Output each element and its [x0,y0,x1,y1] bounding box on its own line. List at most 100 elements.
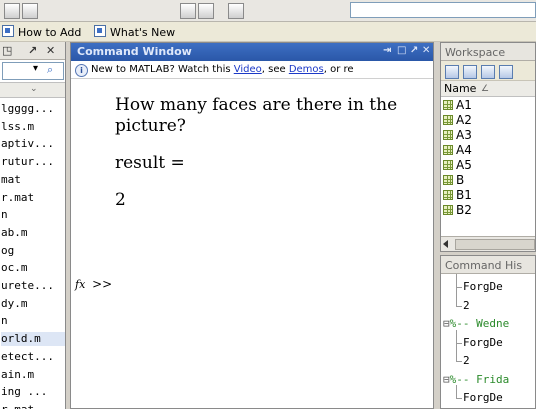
maximize-icon[interactable]: □ [397,45,406,56]
shortcut-whats-new[interactable]: What's New [94,25,175,39]
video-link[interactable]: Video [234,64,262,75]
file-list-item[interactable]: n [1,208,65,222]
file-list-item[interactable]: urete... [1,279,65,293]
getting-started-bar: i New to MATLAB? Watch this Video, see D… [71,61,433,79]
toolbar-button[interactable] [4,3,20,19]
file-list-item[interactable]: etect... [1,350,65,364]
close-icon[interactable]: ✕ [422,45,430,56]
new-variable-icon[interactable] [445,65,459,79]
file-list-item[interactable]: oc.m [1,261,65,275]
shortcut-how-to-add[interactable]: How to Add [2,25,81,39]
variable-row[interactable]: A1 [443,99,472,112]
save-icon[interactable] [499,65,513,79]
matrix-variable-icon [443,115,453,125]
command-output: How many faces are there in the picture?… [115,95,427,211]
demos-link[interactable]: Demos [289,64,324,75]
help-icon [94,25,106,37]
import-data-icon[interactable] [481,65,495,79]
matrix-variable-icon [443,205,453,215]
variable-name: A5 [456,158,472,172]
sort-arrow-icon: ⌄ [30,84,38,94]
matrix-variable-icon [443,175,453,185]
variable-row[interactable]: A3 [443,129,472,142]
toolbar-button[interactable] [180,3,196,19]
file-list-item[interactable]: og [1,244,65,258]
matrix-variable-icon [443,145,453,155]
search-icon[interactable]: ⌕ [47,63,53,77]
history-entry[interactable]: 2 [456,354,470,368]
toolbar-button[interactable] [198,3,214,19]
matrix-variable-icon [443,160,453,170]
history-entry[interactable]: ForgDe [456,280,503,294]
file-list-item[interactable]: ain.m [1,368,65,382]
file-list-item[interactable]: mat [1,173,65,187]
history-session-header[interactable]: ⊟%-- Frida [443,373,509,387]
variable-row[interactable]: A5 [443,159,472,172]
command-history-title: Command His [445,259,523,272]
tree-connector [456,398,462,399]
workspace-title: Workspace [445,46,506,59]
undock-icon[interactable]: ↗ [28,44,37,57]
file-list-item[interactable]: orld.m [1,332,65,347]
horizontal-scrollbar[interactable] [441,236,535,251]
command-window-titlebar: Command Window ⇥ □ ↗ ✕ [71,43,433,61]
variable-row[interactable]: A2 [443,114,472,127]
command-window[interactable]: Command Window ⇥ □ ↗ ✕ i New to MATLAB? … [70,42,434,409]
command-window-title: Command Window [77,45,192,58]
variable-row[interactable]: B1 [443,189,472,202]
session-label: %-- Frida [449,372,510,386]
current-folder-panel: ◳ ↗ ✕ ▾ ⌕ ⌄ lgggg... lss.m aptiv... rutur..… [0,42,66,409]
pin-icon[interactable]: ↗ [410,45,418,56]
file-list-item[interactable]: r.mat [1,403,65,409]
file-list-item[interactable]: rutur... [1,155,65,169]
variable-name: B2 [456,203,472,217]
command-prompt[interactable]: fx >> [75,277,112,291]
collapse-icon[interactable]: ⊟ [443,373,450,386]
history-entry[interactable]: 2 [456,298,470,313]
command-text: 2 [463,354,470,367]
variable-row[interactable]: A4 [443,144,472,157]
output-result-label: result = [115,153,185,173]
undock-icon[interactable]: ⇥ [383,45,391,56]
variable-name: B [456,173,465,187]
sort-indicator-icon: ∠ [481,84,490,94]
variable-row[interactable]: B [443,174,464,187]
scrollbar-thumb[interactable] [455,239,535,250]
scroll-left-icon[interactable] [443,240,448,248]
folder-path-field[interactable]: ▾ ⌕ [2,62,64,80]
close-icon[interactable]: ✕ [46,44,55,57]
info-icon: i [75,64,88,77]
collapse-icon[interactable]: ⊟ [443,317,450,330]
tree-connector [456,305,462,307]
history-session-header[interactable]: ⊟%-- Wedne [443,317,509,331]
file-list-item[interactable]: lss.m [1,120,65,134]
toolbar-button[interactable] [22,3,38,19]
file-list-item[interactable]: n [1,314,65,328]
chevron-down-icon[interactable]: ▾ [33,63,38,74]
file-list-item[interactable]: ab.m [1,226,65,240]
current-folder-dropdown[interactable] [350,2,536,18]
panel-menu-icon[interactable]: ◳ [2,44,12,57]
history-entry[interactable]: ForgDe [456,336,503,350]
name-column-header[interactable]: Name ∠ [441,81,535,97]
output-question: How many faces are there in the picture? [115,95,398,136]
toolbar-button[interactable] [228,3,244,19]
command-history-panel: Command His ForgDe 2 ⊟%-- Wedne ForgDe 2 ⊟%--… [440,255,536,409]
variable-row[interactable]: B2 [443,204,472,217]
command-text: 2 [463,298,470,312]
file-list-item[interactable]: aptiv... [1,137,65,151]
fx-icon[interactable]: fx [75,278,85,291]
file-list-item[interactable]: ing ... [1,385,65,399]
file-list-item[interactable]: r.mat [1,191,65,205]
history-entry[interactable]: ForgDe [456,391,503,405]
open-variable-icon[interactable] [463,65,477,79]
file-list-item[interactable]: dy.m [1,297,65,311]
tree-connector [456,274,457,306]
matrix-variable-icon [443,130,453,140]
shortcuts-toolbar: How to Add What's New [0,22,536,42]
help-icon [2,25,14,37]
column-header[interactable]: ⌄ [0,82,65,98]
session-label: %-- Wedne [449,317,510,330]
file-list-item[interactable]: lgggg... [1,102,65,116]
prompt-marker: >> [92,277,113,291]
